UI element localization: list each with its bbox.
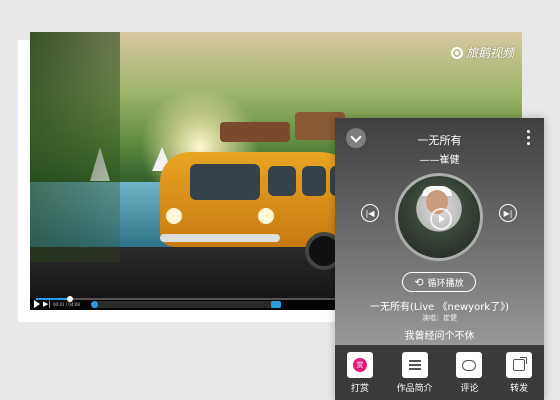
reward-button[interactable]: 赏 打赏 [346,352,373,394]
watermark-text: 旅鹅视频 [465,46,514,60]
music-player-panel: 一无所有 ——崔健 |◀ ▶| ⟲ 循环播放 一无所有(Live 《newyor… [335,118,544,400]
play-icon[interactable] [34,300,40,308]
comment-button[interactable]: 评论 [456,352,483,394]
action-bar: 赏 打赏 作品简介 评论 转发 [335,345,544,400]
progress-fill [36,298,70,300]
palm-tree-image [30,32,120,262]
action-label: 转发 [510,384,529,394]
track-name: 一无所有(Live 《newyork了》) [369,302,509,313]
search-icon [90,300,98,308]
play-icon [439,215,445,223]
action-label: 评论 [460,384,479,394]
loop-mode-button[interactable]: ⟲ 循环播放 [402,272,476,292]
play-button[interactable] [430,208,452,230]
time-display: 00:01 / 04:08 [53,301,80,307]
search-button[interactable] [270,300,281,308]
previous-track-button[interactable]: |◀ [361,204,379,222]
loop-label: 循环播放 [427,278,464,289]
video-search-box[interactable] [90,300,281,308]
share-icon [513,357,528,371]
repeat-icon: ⟲ [414,275,424,289]
intro-button[interactable]: 作品简介 [397,352,433,394]
next-track-button[interactable]: ▶| [499,204,517,222]
eye-logo-icon [450,46,463,59]
brand-watermark: 旅鹅视频 [450,44,514,61]
action-label: 作品简介 [396,384,433,394]
next-icon[interactable]: ▶| [43,300,51,308]
list-icon [408,360,421,370]
share-button[interactable]: 转发 [506,352,533,394]
current-lyric: 我曾经问个不休 [404,331,475,342]
action-label: 打赏 [350,384,369,394]
album-art [395,173,483,261]
track-subtitle: 演唱：崔健 [422,314,457,322]
progress-handle[interactable] [66,296,73,302]
artist-name: ——崔健 [419,155,460,166]
comment-icon [462,359,477,371]
reward-icon: 赏 [352,358,367,372]
song-title: 一无所有 [417,134,462,147]
